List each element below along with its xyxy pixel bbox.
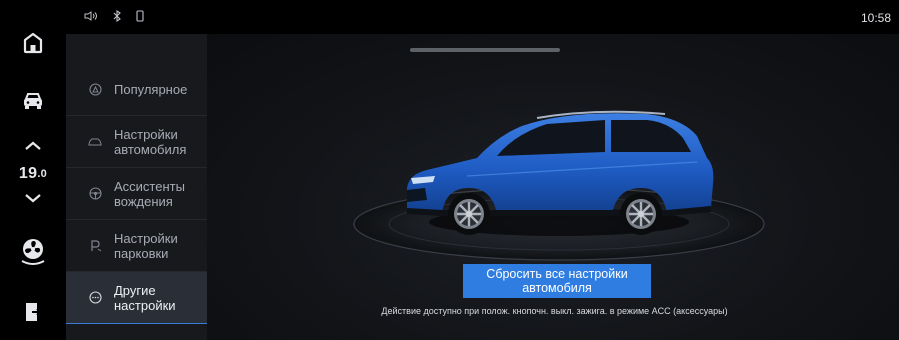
menu-item-label-line1: Настройки <box>114 230 178 246</box>
temp-up-button[interactable] <box>0 136 66 158</box>
car-button[interactable] <box>0 86 66 120</box>
temperature-decimal: .0 <box>37 168 48 180</box>
menu-item-vehicle-settings[interactable]: Настройки автомобиля <box>66 116 207 168</box>
menu-item-label-line2: автомобиля <box>114 141 187 157</box>
rear-wheel <box>620 193 662 235</box>
front-wheel <box>448 193 490 235</box>
popular-icon <box>88 83 102 97</box>
reset-availability-note: Действие доступно при полож. кнопочн. вы… <box>381 306 728 316</box>
temp-down-button[interactable] <box>0 188 66 210</box>
more-icon <box>88 291 102 305</box>
exit-icon <box>24 301 42 328</box>
menu-item-label-line2: настройки <box>114 297 176 313</box>
reset-button-label-line1: Сбросить все настройки <box>486 267 628 281</box>
menu-item-label-line2: парковки <box>114 245 169 261</box>
status-icons <box>84 9 144 25</box>
menu-item-label-line1: Другие <box>114 282 156 298</box>
main-content: Сбросить все настройки автомобиля Действи… <box>207 34 899 340</box>
menu-item-driver-assistance[interactable]: Ассистенты вождения <box>66 168 207 220</box>
settings-category-menu: Популярное Настройки автомобиля Ассистент… <box>66 34 207 340</box>
steering-wheel-icon <box>88 187 102 201</box>
home-button[interactable] <box>0 28 66 62</box>
volume-icon <box>84 11 98 24</box>
vehicle-illustration <box>353 110 765 261</box>
fan-icon <box>19 237 47 272</box>
fan-button[interactable] <box>0 236 66 272</box>
clock: 10:58 <box>860 11 891 25</box>
temperature-display: 19.0 <box>0 160 66 188</box>
menu-item-popular[interactable]: Популярное <box>66 64 207 116</box>
home-icon <box>23 32 43 59</box>
car-outline-icon <box>88 135 102 149</box>
chevron-up-icon <box>24 138 42 156</box>
reset-button-label-line2: автомобиля <box>522 281 592 295</box>
left-rail: 19.0 <box>0 0 66 340</box>
menu-item-label-line2: вождения <box>114 193 173 209</box>
temperature-value: 19 <box>18 165 38 182</box>
status-bar: 10:58 <box>66 0 899 34</box>
menu-item-other-settings[interactable]: Другие настройки <box>66 272 207 324</box>
menu-item-label-line1: Настройки <box>114 126 178 142</box>
exit-button[interactable] <box>0 296 66 332</box>
menu-item-label: Популярное <box>114 82 188 97</box>
chevron-down-icon <box>24 190 42 208</box>
car-icon <box>22 92 44 115</box>
menu-item-parking-settings[interactable]: Настройки парковки <box>66 220 207 272</box>
bluetooth-icon <box>112 9 122 25</box>
menu-item-label-line1: Ассистенты <box>114 178 185 194</box>
phone-icon <box>136 10 144 25</box>
parking-icon <box>88 239 102 253</box>
drag-handle[interactable] <box>410 48 560 52</box>
reset-all-vehicle-settings-button[interactable]: Сбросить все настройки автомобиля <box>463 264 651 298</box>
